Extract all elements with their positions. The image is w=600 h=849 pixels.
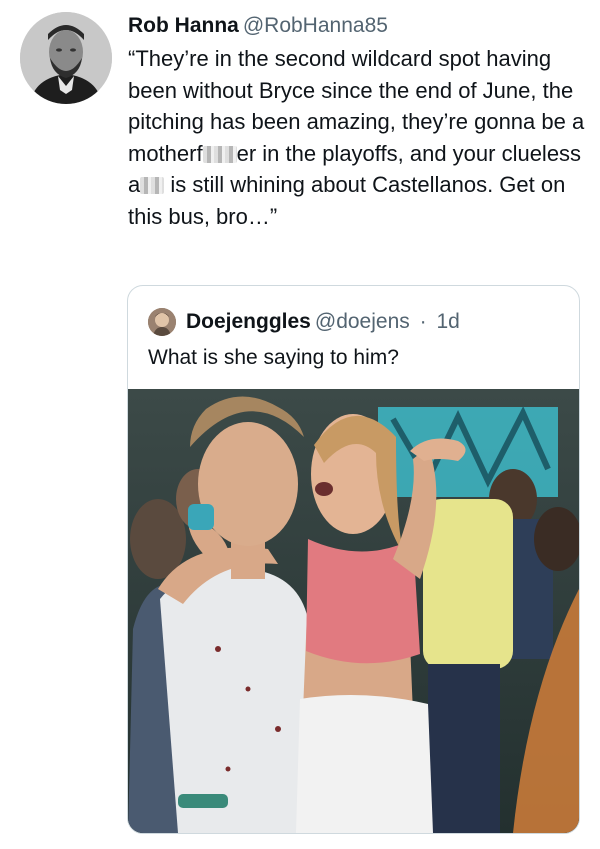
quoted-author-name[interactable]: Doejenggles (186, 310, 311, 333)
quoted-tweet-text: What is she saying to him? (148, 346, 399, 369)
quoted-tweet[interactable]: Doejenggles @doejens · 1d What is she say… (127, 285, 580, 834)
quoted-author-avatar[interactable] (148, 308, 176, 336)
tweet[interactable]: Rob Hanna @RobHanna85 “They’re in the sec… (0, 0, 600, 849)
author-handle[interactable]: @RobHanna85 (243, 14, 388, 37)
tweet-header: Rob Hanna @RobHanna85 (128, 12, 388, 40)
avatar-face-icon (148, 308, 176, 336)
quoted-tweet-header: Doejenggles @doejens · 1d (186, 308, 460, 336)
tweet-text-part-3: is still whining about Castellanos. Get … (128, 172, 566, 229)
quoted-timestamp[interactable]: 1d (436, 310, 459, 333)
censor-blur-icon (140, 177, 165, 194)
tweet-text: “They’re in the second wildcard spot hav… (128, 43, 588, 232)
quoted-tweet-photo[interactable] (128, 389, 579, 833)
author-name[interactable]: Rob Hanna (128, 14, 239, 37)
portrait-icon (20, 12, 112, 104)
concert-photo-illustration (128, 389, 579, 833)
censor-blur-icon (202, 145, 237, 163)
timestamp-separator: · (419, 310, 427, 333)
quoted-author-handle[interactable]: @doejens (315, 310, 410, 333)
author-avatar[interactable] (20, 12, 112, 104)
